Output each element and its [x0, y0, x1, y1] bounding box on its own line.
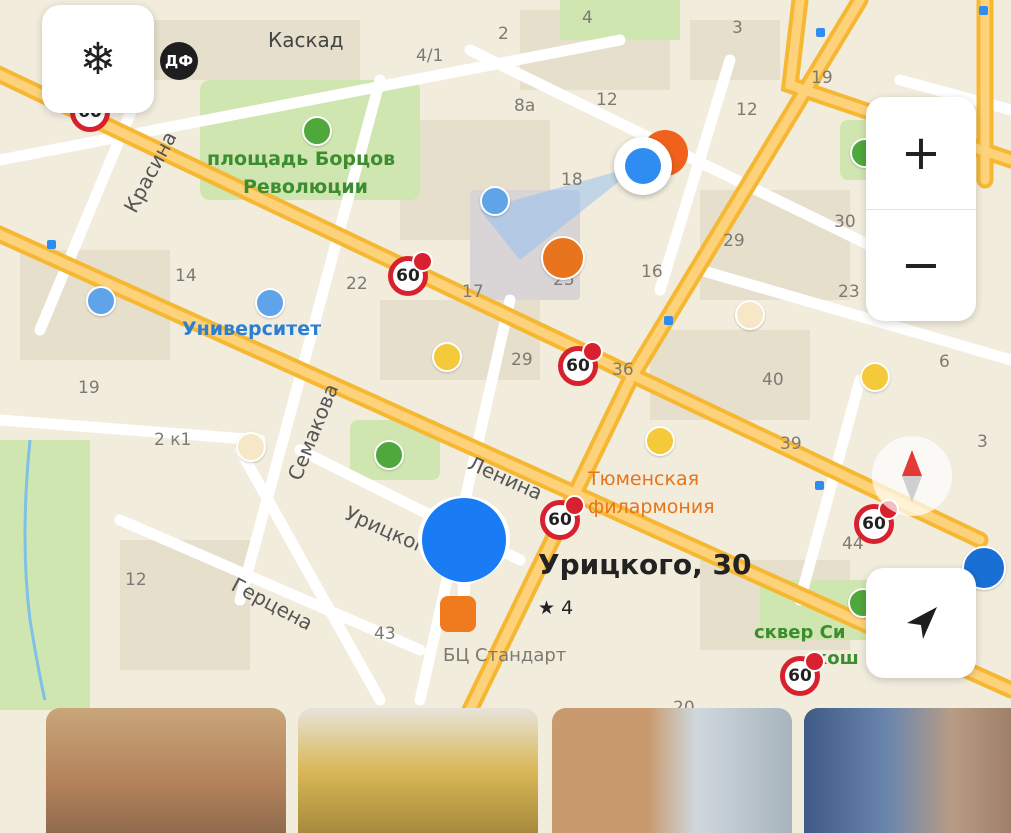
- house-number: 29: [511, 350, 533, 370]
- house-number: 16: [641, 262, 663, 282]
- globe-icon[interactable]: [86, 286, 116, 316]
- theater-icon[interactable]: [645, 426, 675, 456]
- house-number: 3: [977, 432, 988, 452]
- user-location-marker[interactable]: [614, 137, 672, 195]
- house-number: 22: [346, 274, 368, 294]
- house-number: 17: [462, 282, 484, 302]
- park-tree-icon[interactable]: [302, 116, 332, 146]
- camera-icon: [804, 651, 825, 672]
- house-number: 3: [732, 18, 743, 38]
- park-tree-icon[interactable]: [374, 440, 404, 470]
- house-number: 18: [561, 170, 583, 190]
- place-label-partial-square-line1: сквер Си: [754, 622, 846, 643]
- zoom-out-button[interactable]: −: [866, 210, 976, 322]
- house-number: 2: [498, 24, 509, 44]
- theater-icon[interactable]: [432, 342, 462, 372]
- house-number: 8а: [514, 96, 536, 116]
- camera-icon: [412, 251, 433, 272]
- house-number: 36: [612, 360, 634, 380]
- fitness-icon[interactable]: [860, 362, 890, 392]
- house-number: 30: [834, 212, 856, 232]
- place-photo-2[interactable]: [298, 708, 538, 833]
- my-location-button[interactable]: [866, 568, 976, 678]
- place-label-business-center: БЦ Стандарт: [443, 645, 567, 666]
- house-number: 19: [811, 68, 833, 88]
- house-number: 4: [582, 8, 593, 28]
- speed-camera-marker[interactable]: 60: [540, 495, 585, 540]
- restaurant-duck-icon[interactable]: [541, 236, 585, 280]
- selected-address[interactable]: Урицкого, 30: [538, 548, 751, 581]
- snowflake-icon: ❄: [79, 33, 117, 85]
- restaurant-icon[interactable]: [236, 432, 266, 462]
- place-label-square-line1: площадь Борцов: [207, 148, 396, 170]
- speed-camera-marker[interactable]: 60: [388, 251, 433, 296]
- globe-icon[interactable]: [255, 288, 285, 318]
- camera-icon: [582, 341, 603, 362]
- house-number: 2 к1: [154, 430, 192, 450]
- place-photo-1[interactable]: [46, 708, 286, 833]
- house-number: 12: [596, 90, 618, 110]
- house-number: 40: [762, 370, 784, 390]
- place-photo-3[interactable]: [552, 708, 792, 833]
- freeze-button[interactable]: ❄: [42, 5, 154, 113]
- camera-icon: [564, 495, 585, 516]
- navigation-arrow-icon: [907, 607, 937, 639]
- compass-button[interactable]: [872, 436, 952, 516]
- house-number: 29: [723, 231, 745, 251]
- zoom-in-button[interactable]: +: [866, 97, 976, 210]
- place-label-university: Университет: [182, 318, 322, 340]
- user-location-dot: [625, 148, 661, 184]
- house-number: 14: [175, 266, 197, 286]
- house-number: 23: [838, 282, 860, 302]
- compass-icon: [902, 450, 922, 502]
- speed-camera-marker[interactable]: 60: [780, 651, 825, 696]
- restaurant-icon[interactable]: [735, 300, 765, 330]
- place-label-kaskad: Каскад: [268, 28, 344, 52]
- place-label-philharmonic-line1: Тюменская: [588, 468, 700, 490]
- house-number: 12: [125, 570, 147, 590]
- place-label-philharmonic-line2: филармония: [588, 496, 715, 518]
- brand-badge[interactable]: ДФ: [160, 42, 198, 80]
- place-photo-4[interactable]: [804, 708, 1011, 833]
- house-number: 19: [78, 378, 100, 398]
- house-number: 6: [939, 352, 950, 372]
- house-number: 43: [374, 624, 396, 644]
- selected-rating: ★ 4: [538, 597, 574, 619]
- place-label-square-line2: Революции: [243, 176, 368, 198]
- house-number: 12: [736, 100, 758, 120]
- church-icon[interactable]: [480, 186, 510, 216]
- speed-camera-marker[interactable]: 60: [558, 341, 603, 386]
- zoom-control: + −: [866, 97, 976, 321]
- house-number: 4/1: [416, 46, 444, 66]
- business-center-icon[interactable]: [440, 596, 476, 632]
- house-number: 39: [780, 434, 802, 454]
